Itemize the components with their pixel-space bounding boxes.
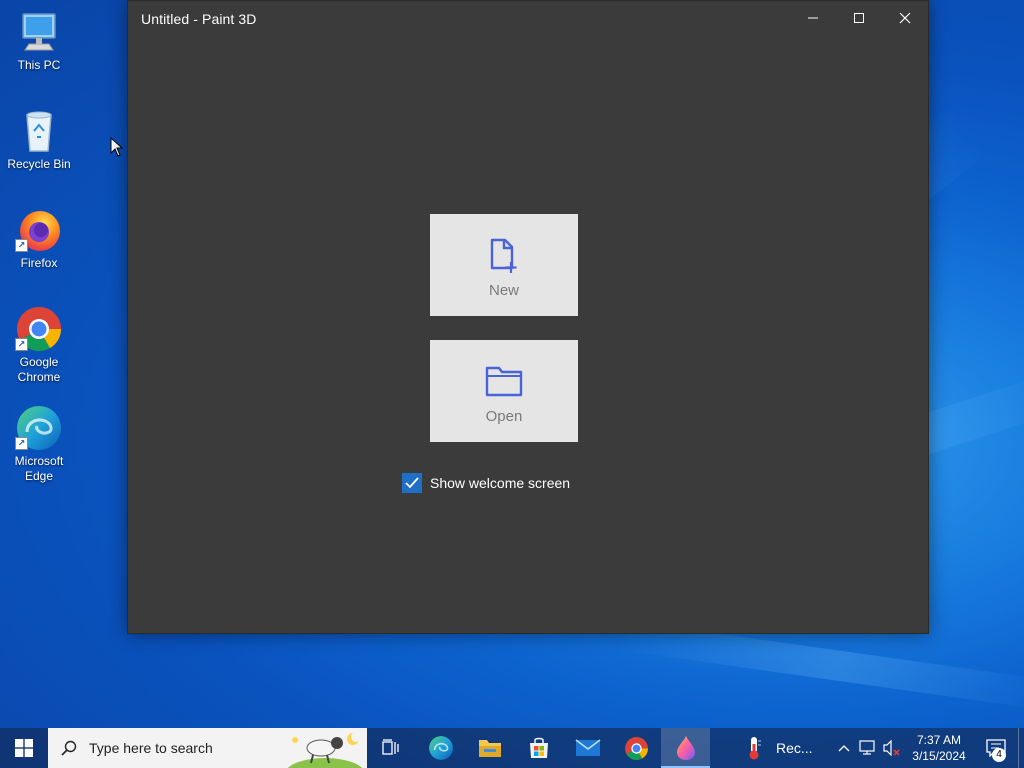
open-button[interactable]: Open	[430, 340, 578, 442]
show-hidden-icons-button[interactable]	[832, 728, 856, 768]
edge-icon	[428, 736, 453, 760]
clock-date: 3/15/2024	[912, 749, 966, 763]
shortcut-arrow-icon: ↗	[15, 437, 28, 450]
folder-icon	[485, 364, 523, 404]
close-button[interactable]	[882, 1, 928, 35]
clock[interactable]: 7:37 AM 3/15/2024	[904, 728, 974, 768]
chrome-icon	[625, 736, 648, 760]
clock-time: 7:37 AM	[916, 733, 961, 747]
thermometer-icon	[749, 737, 761, 760]
taskbar: Type here to search Rec... 7:37 AM 3/15/…	[0, 728, 1024, 768]
desktop-icon-microsoft-edge[interactable]: ↗ Microsoft Edge	[4, 404, 74, 484]
search-highlight-illustration-icon	[287, 732, 363, 768]
desktop-icon-recycle-bin[interactable]: Recycle Bin	[4, 107, 74, 172]
desktop-icon-firefox[interactable]: ↗ Firefox	[4, 206, 74, 271]
shortcut-arrow-icon: ↗	[15, 239, 28, 252]
notifications-button[interactable]: 4	[974, 728, 1018, 768]
notification-count-badge: 4	[992, 748, 1006, 762]
taskbar-store-button[interactable]	[514, 728, 563, 768]
checkmark-icon	[405, 477, 419, 489]
taskbar-mail-button[interactable]	[563, 728, 612, 768]
search-placeholder: Type here to search	[89, 740, 213, 756]
edge-icon: ↗	[15, 404, 63, 452]
search-icon	[61, 740, 77, 756]
taskbar-file-explorer-button[interactable]	[465, 728, 514, 768]
maximize-button[interactable]	[836, 1, 882, 35]
network-icon	[859, 740, 875, 755]
desktop-icon-label: Google Chrome	[17, 355, 61, 384]
new-label: New	[488, 282, 519, 299]
open-label: Open	[485, 408, 523, 425]
desktop-icon-label: Recycle Bin	[7, 157, 71, 171]
desktop-icon-this-pc[interactable]: This PC	[4, 8, 74, 73]
start-button[interactable]	[0, 728, 48, 768]
title-bar[interactable]: Untitled - Paint 3D	[128, 1, 928, 37]
task-view-icon	[381, 739, 399, 755]
volume-button[interactable]	[880, 728, 904, 768]
windows-logo-icon	[15, 739, 33, 757]
taskbar-paint3d-button[interactable]	[661, 728, 710, 768]
show-welcome-checkbox[interactable]	[402, 473, 422, 493]
desktop-icon-label: Microsoft Edge	[14, 454, 64, 483]
volume-muted-icon	[883, 740, 900, 756]
new-button[interactable]: New	[430, 214, 578, 316]
microsoft-store-icon	[529, 737, 548, 758]
taskbar-recorder-button[interactable]: Rec...	[746, 728, 813, 768]
chevron-up-icon	[838, 745, 850, 752]
mouse-cursor-icon	[110, 137, 124, 157]
desktop-icon-label: This PC	[17, 58, 61, 72]
recycle-bin-icon	[15, 107, 63, 155]
close-icon	[899, 12, 911, 24]
firefox-icon: ↗	[15, 206, 63, 254]
file-explorer-icon	[478, 740, 501, 757]
new-file-icon	[489, 238, 519, 278]
shortcut-arrow-icon: ↗	[15, 338, 28, 351]
task-view-button[interactable]	[367, 728, 416, 768]
mail-icon	[575, 739, 600, 756]
network-button[interactable]	[856, 728, 880, 768]
minimize-button[interactable]	[790, 1, 836, 35]
taskbar-chrome-button[interactable]	[612, 728, 661, 768]
desktop-icon-label: Firefox	[20, 256, 58, 270]
show-welcome-label: Show welcome screen	[430, 475, 571, 491]
show-desktop-button[interactable]	[1018, 728, 1024, 768]
desktop-icon-google-chrome[interactable]: ↗ Google Chrome	[4, 305, 74, 385]
paint3d-window: Untitled - Paint 3D New Open Show welcom…	[127, 0, 929, 634]
taskbar-edge-button[interactable]	[416, 728, 465, 768]
computer-icon	[15, 8, 63, 56]
paint3d-icon	[676, 736, 695, 760]
system-tray: 7:37 AM 3/15/2024 4	[832, 728, 1024, 768]
chrome-icon: ↗	[15, 305, 63, 353]
window-title: Untitled - Paint 3D	[141, 11, 257, 27]
taskbar-search-box[interactable]: Type here to search	[48, 728, 367, 768]
minimize-icon	[808, 17, 818, 19]
recorder-label: Rec...	[776, 740, 813, 756]
maximize-icon	[854, 13, 864, 23]
show-welcome-checkbox-row[interactable]: Show welcome screen	[402, 473, 570, 493]
